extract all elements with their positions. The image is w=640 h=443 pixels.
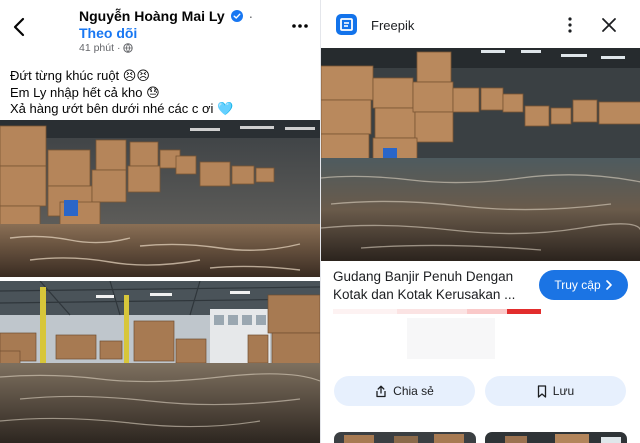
viewer-panel: Freepik Gudang Banjir Penuh Dengan Kotak…: [320, 0, 640, 443]
post-meta: 41 phút ·: [79, 42, 134, 54]
globe-icon: [123, 43, 134, 53]
post-photo-2[interactable]: [0, 281, 320, 443]
screen: Nguyễn Hoàng Mai Ly · Theo dõi 41 phút ·…: [0, 0, 640, 443]
viewer-image[interactable]: [321, 48, 640, 261]
back-arrow-icon[interactable]: [10, 16, 30, 38]
placeholder-block: [407, 318, 495, 359]
related-thumbnail[interactable]: [334, 432, 476, 443]
bookmark-icon: [537, 384, 547, 398]
post-panel: Nguyễn Hoàng Mai Ly · Theo dõi 41 phút ·…: [0, 0, 320, 443]
related-images: [321, 432, 640, 443]
color-strip-segment: [467, 309, 507, 314]
color-strip-segment: [397, 309, 467, 314]
follow-link[interactable]: Theo dõi: [79, 25, 137, 41]
post-time[interactable]: 41 phút: [79, 42, 114, 54]
viewer-topbar: Freepik: [321, 0, 640, 48]
kebab-icon[interactable]: [561, 15, 579, 35]
visit-button[interactable]: Truy cập: [539, 270, 628, 300]
chevron-right-icon: [605, 280, 613, 290]
caption-line: Xả hàng ướt bên dưới nhé các c ơi 🩵: [10, 101, 234, 116]
close-icon[interactable]: [601, 17, 617, 33]
save-button[interactable]: Lưu: [485, 376, 626, 406]
post-photo-1[interactable]: [0, 120, 320, 277]
separator-dot: ·: [248, 8, 254, 24]
related-thumbnail[interactable]: [485, 432, 627, 443]
author-name[interactable]: Nguyễn Hoàng Mai Ly: [79, 8, 225, 24]
freepik-logo-icon: [336, 14, 357, 35]
color-strip-segment: [333, 309, 397, 314]
app-name: Freepik: [371, 18, 415, 33]
color-strip: [333, 309, 541, 314]
share-icon: [375, 385, 387, 398]
more-icon[interactable]: [290, 16, 310, 36]
post-header: Nguyễn Hoàng Mai Ly · Theo dõi: [79, 8, 279, 42]
verified-badge-icon: [230, 10, 243, 22]
visit-label: Truy cập: [554, 278, 601, 292]
caption-line: Em Ly nhập hết cả kho 😓: [10, 84, 160, 100]
share-button[interactable]: Chia sẻ: [334, 376, 475, 406]
caption-line: Đứt từng khúc ruột 😣😣: [10, 68, 150, 83]
color-strip-segment: [507, 309, 541, 314]
post-caption: Đứt từng khúc ruột 😣😣 Em Ly nhập hết cả …: [10, 68, 233, 118]
share-label: Chia sẻ: [393, 384, 434, 398]
image-title[interactable]: Gudang Banjir Penuh Dengan Kotak dan Kot…: [333, 268, 538, 303]
save-label: Lưu: [552, 384, 575, 398]
